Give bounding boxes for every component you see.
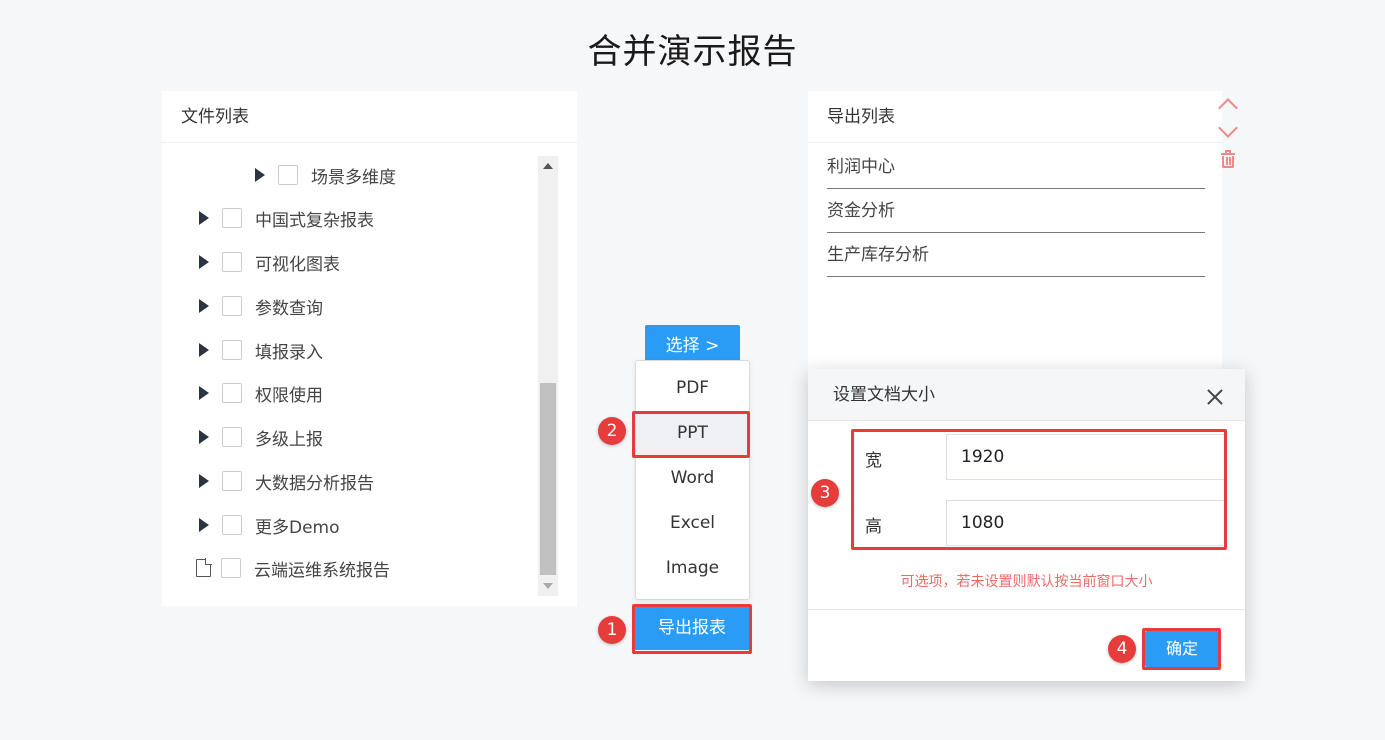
height-label: 高 xyxy=(865,517,882,537)
tree-item[interactable]: 场景多维度 xyxy=(255,163,396,188)
confirm-button[interactable]: 确定 xyxy=(1145,631,1219,667)
file-icon xyxy=(196,558,212,577)
file-list-panel: 文件列表 场景多维度 中国式复杂报表 可视化图表 参数查询 填报录入 权限使用 … xyxy=(162,91,577,606)
export-list-item[interactable]: 利润中心 xyxy=(827,145,1205,189)
expand-caret-icon[interactable] xyxy=(199,430,209,444)
tree-checkbox[interactable] xyxy=(222,515,242,535)
tree-item[interactable]: 中国式复杂报表 xyxy=(199,206,374,231)
expand-caret-icon[interactable] xyxy=(199,474,209,488)
file-list-scrollbar[interactable] xyxy=(538,156,558,596)
export-report-button[interactable]: 导出报表 xyxy=(635,607,749,650)
expand-caret-icon[interactable] xyxy=(255,168,265,182)
tree-item-label: 更多Demo xyxy=(255,517,340,538)
tree-checkbox[interactable] xyxy=(222,427,242,447)
dialog-header: 设置文档大小 xyxy=(808,369,1245,421)
scrollbar-thumb[interactable] xyxy=(540,383,556,575)
expand-caret-icon[interactable] xyxy=(199,343,209,357)
file-list-header: 文件列表 xyxy=(162,91,577,143)
dialog-hint-text: 可选项，若未设置则默认按当前窗口大小 xyxy=(900,574,1153,590)
tree-item[interactable]: 权限使用 xyxy=(199,381,323,406)
select-button[interactable]: 选择 > xyxy=(645,325,740,363)
delete-trash-icon[interactable] xyxy=(1216,150,1240,174)
height-input[interactable] xyxy=(946,500,1226,546)
format-option-pdf[interactable]: PDF xyxy=(636,366,749,411)
dialog-title: 设置文档大小 xyxy=(833,385,935,405)
tree-item-label: 大数据分析报告 xyxy=(255,473,374,494)
move-up-icon[interactable] xyxy=(1216,92,1240,118)
export-list-item[interactable]: 资金分析 xyxy=(827,189,1205,233)
tree-item[interactable]: 大数据分析报告 xyxy=(199,469,374,494)
tree-checkbox[interactable] xyxy=(221,558,241,578)
tree-item-label: 参数查询 xyxy=(255,298,323,319)
tree-checkbox[interactable] xyxy=(222,471,242,491)
tree-item-label: 云端运维系统报告 xyxy=(254,560,390,581)
export-list-item[interactable]: 生产库存分析 xyxy=(827,233,1205,277)
tree-checkbox[interactable] xyxy=(278,165,298,185)
expand-caret-icon[interactable] xyxy=(199,386,209,400)
step-marker-1: 1 xyxy=(598,616,626,644)
format-option-excel[interactable]: Excel xyxy=(636,501,749,546)
document-size-dialog: 设置文档大小 宽 高 可选项，若未设置则默认按当前窗口大小 确定 xyxy=(808,369,1245,681)
move-down-icon[interactable] xyxy=(1216,118,1240,144)
export-format-menu: PDF PPT Word Excel Image xyxy=(635,360,750,600)
expand-caret-icon[interactable] xyxy=(199,299,209,313)
format-option-word[interactable]: Word xyxy=(636,456,749,501)
format-option-ppt[interactable]: PPT xyxy=(636,411,749,456)
tree-item-label: 多级上报 xyxy=(255,429,323,450)
expand-caret-icon[interactable] xyxy=(199,518,209,532)
tree-checkbox[interactable] xyxy=(222,383,242,403)
tree-item[interactable]: 更多Demo xyxy=(199,513,340,538)
tree-item-label: 可视化图表 xyxy=(255,254,340,275)
tree-item-label: 中国式复杂报表 xyxy=(255,210,374,231)
tree-item[interactable]: 可视化图表 xyxy=(199,250,340,275)
tree-checkbox[interactable] xyxy=(222,296,242,316)
export-list-panel: 导出列表 利润中心 资金分析 生产库存分析 xyxy=(808,91,1222,381)
tree-checkbox[interactable] xyxy=(222,208,242,228)
tree-checkbox[interactable] xyxy=(222,340,242,360)
export-list-header: 导出列表 xyxy=(808,91,1222,143)
tree-item[interactable]: 云端运维系统报告 xyxy=(196,556,390,581)
tree-item[interactable]: 填报录入 xyxy=(199,338,323,363)
expand-caret-icon[interactable] xyxy=(199,211,209,225)
step-marker-3: 3 xyxy=(811,479,839,507)
tree-item-label: 场景多维度 xyxy=(311,167,396,188)
width-input[interactable] xyxy=(946,434,1226,480)
scroll-up-arrow-icon[interactable] xyxy=(538,156,558,176)
dialog-divider xyxy=(808,609,1245,610)
step-marker-2: 2 xyxy=(598,417,626,445)
width-label: 宽 xyxy=(865,451,882,471)
tree-item[interactable]: 多级上报 xyxy=(199,425,323,450)
format-option-image[interactable]: Image xyxy=(636,546,749,591)
scroll-down-arrow-icon[interactable] xyxy=(538,576,558,596)
tree-checkbox[interactable] xyxy=(222,252,242,272)
page-title: 合并演示报告 xyxy=(587,32,798,72)
tree-item-label: 权限使用 xyxy=(255,385,323,406)
tree-item-label: 填报录入 xyxy=(255,342,323,363)
step-marker-4: 4 xyxy=(1108,635,1136,663)
expand-caret-icon[interactable] xyxy=(199,255,209,269)
close-icon[interactable] xyxy=(1205,387,1225,407)
file-tree: 场景多维度 中国式复杂报表 可视化图表 参数查询 填报录入 权限使用 多级上报 … xyxy=(162,153,538,589)
tree-item[interactable]: 参数查询 xyxy=(199,294,323,319)
